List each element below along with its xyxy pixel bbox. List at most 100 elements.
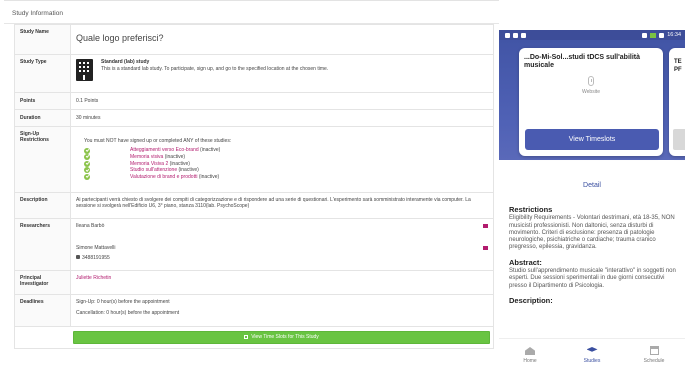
points-value: 0.1 Points (70, 92, 494, 110)
restriction-status: (inactive) (198, 173, 220, 180)
row-study-type: Study Type Standard (lab) study This is … (14, 54, 494, 93)
abstract-title: Abstract: (509, 257, 542, 267)
restriction-item: Studio sull'attenzione (inactive) (84, 167, 488, 174)
phone-screen: 16:34 ...Do-Mi-Sol...studi tDCS sull'abi… (499, 30, 685, 366)
deadline-signup: Sign-Up: 0 hour(s) before the appointmen… (76, 299, 170, 305)
check-circle-icon (84, 167, 90, 174)
duration-value: 30 minutes (70, 109, 494, 127)
check-circle-icon (84, 154, 90, 161)
label-deadlines: Deadlines (14, 294, 71, 327)
restriction-item: Valutazione di brand e prodotti (inactiv… (84, 174, 488, 181)
restriction-item: Memoria visiva (inactive) (84, 154, 488, 161)
researcher-name: Simone Mattavelli (76, 245, 116, 252)
restriction-link[interactable]: Memoria visiva (130, 154, 163, 160)
restriction-link[interactable]: Studio sull'attenzione (130, 167, 177, 173)
study-info-table: Study Name Quale logo preferisci? Study … (14, 24, 494, 349)
status-time: 16:34 (667, 32, 681, 38)
restrictions-text: Eligibility Requirements - Volontari des… (509, 215, 675, 251)
label-researchers: Researchers (14, 218, 71, 271)
restriction-link[interactable]: Memoria Visiva 2 (130, 161, 168, 167)
restriction-link[interactable]: Atteggiamenti verso Eco-brand (130, 147, 199, 153)
studies-carousel: ...Do-Mi-Sol...studi tDCS sull'abilità m… (499, 40, 685, 160)
notification-icon (505, 32, 510, 38)
restriction-item: Atteggiamenti verso Eco-brand (inactive) (84, 147, 488, 154)
restriction-status: (inactive) (178, 167, 199, 174)
row-points: Points 0.1 Points (14, 92, 494, 110)
row-signup-restrictions: Sign-Up Restrictions You must NOT have s… (14, 126, 494, 193)
restrictions-title: Restrictions (509, 205, 553, 214)
email-icon[interactable] (483, 224, 488, 228)
detail-link[interactable]: Detail (499, 182, 685, 189)
label-description: Description (14, 192, 71, 219)
microphone-icon (588, 76, 594, 86)
check-circle-icon (84, 147, 90, 154)
home-icon (525, 347, 535, 355)
check-circle-icon (84, 160, 90, 167)
row-description: Description Ai partecipanti verrà chiest… (14, 192, 494, 219)
nav-home[interactable]: Home (510, 347, 550, 364)
study-type-desc: This is a standard lab study. To partici… (101, 66, 329, 73)
nav-schedule[interactable]: Schedule (634, 346, 674, 364)
restriction-status: (inactive) (169, 160, 190, 167)
row-study-name: Study Name Quale logo preferisci? (14, 24, 494, 55)
study-name-value: Quale logo preferisci? (76, 33, 164, 43)
study-type-title: Standard (lab) study (101, 59, 150, 65)
email-icon[interactable] (483, 246, 488, 251)
bluetooth-icon (642, 32, 648, 38)
label-study-name: Study Name (14, 24, 71, 55)
study-card-website[interactable]: Website (519, 89, 663, 95)
calendar-icon (649, 346, 659, 355)
study-card-next-title-line1: TE (674, 59, 682, 65)
view-time-slots-button[interactable]: View Time Slots for This Study (73, 331, 490, 344)
label-duration: Duration (14, 109, 71, 127)
row-deadlines: Deadlines Sign-Up: 0 hour(s) before the … (14, 294, 494, 327)
row-principal-investigator: Principal Investigator Juliette Richetin (14, 270, 494, 295)
building-icon (76, 59, 93, 81)
restriction-status: (inactive) (164, 154, 186, 161)
nav-schedule-label: Schedule (643, 358, 665, 364)
nav-studies[interactable]: Studies (572, 347, 612, 364)
study-card[interactable]: ...Do-Mi-Sol...studi tDCS sull'abilità m… (519, 48, 663, 156)
nav-home-label: Home (523, 358, 537, 364)
panel-title: Study Information (4, 4, 499, 24)
status-bar: 16:34 (499, 30, 685, 40)
view-time-slots-label: View Time Slots for This Study (251, 334, 319, 340)
notification-icon (513, 32, 518, 38)
abstract-section: Abstract: Studio sull'apprendimento musi… (499, 257, 685, 290)
abstract-text: Studio sull'apprendimento musicale "inte… (509, 268, 676, 289)
notification-icon (521, 32, 526, 38)
study-card-next[interactable]: TE PF (669, 48, 685, 156)
description-section: Description: (499, 295, 685, 305)
label-signup-restrictions: Sign-Up Restrictions (14, 126, 71, 193)
study-card-next-title-line2: PF (674, 67, 682, 73)
battery-icon (659, 32, 665, 38)
bottom-navigation: Home Studies Schedule (499, 338, 685, 366)
calendar-icon (244, 334, 249, 339)
researcher-phone: 3488191955 (82, 254, 110, 261)
row-timeslot-button: View Time Slots for This Study (14, 326, 494, 349)
description-title: Description: (509, 295, 553, 305)
study-card-next-button[interactable] (673, 129, 685, 150)
restrictions-section: Restrictions Eligibility Requirements - … (499, 206, 685, 252)
label-points: Points (14, 92, 71, 110)
phone-icon (76, 255, 80, 260)
row-researchers: Researchers Ileana Barbò Simone Mattavel… (14, 218, 494, 271)
label-study-type: Study Type (14, 54, 71, 93)
label-principal-investigator: Principal Investigator (14, 270, 71, 295)
study-information-panel: Study Information Study Name Quale logo … (4, 0, 499, 366)
check-circle-icon (84, 173, 90, 180)
nav-studies-label: Studies (583, 358, 601, 364)
researcher-name: Ileana Barbò (76, 223, 105, 229)
graduation-cap-icon (586, 347, 598, 352)
restriction-status: (inactive) (200, 147, 221, 154)
study-card-title: ...Do-Mi-Sol...studi tDCS sull'abilità m… (524, 54, 640, 69)
restriction-link[interactable]: Valutazione di brand e prodotti (130, 174, 197, 180)
restriction-item: Memoria Visiva 2 (inactive) (84, 160, 488, 167)
view-timeslots-button[interactable]: View Timeslots (525, 129, 659, 150)
signup-intro: You must NOT have signed up or completed… (84, 138, 232, 144)
row-duration: Duration 30 minutes (14, 109, 494, 127)
principal-investigator-link[interactable]: Juliette Richetin (76, 275, 111, 281)
signal-icon (650, 32, 657, 38)
description-value: Ai partecipanti verrà chiesto di svolger… (70, 192, 494, 219)
deadline-cancel: Cancellation: 0 hour(s) before the appoi… (76, 310, 180, 317)
